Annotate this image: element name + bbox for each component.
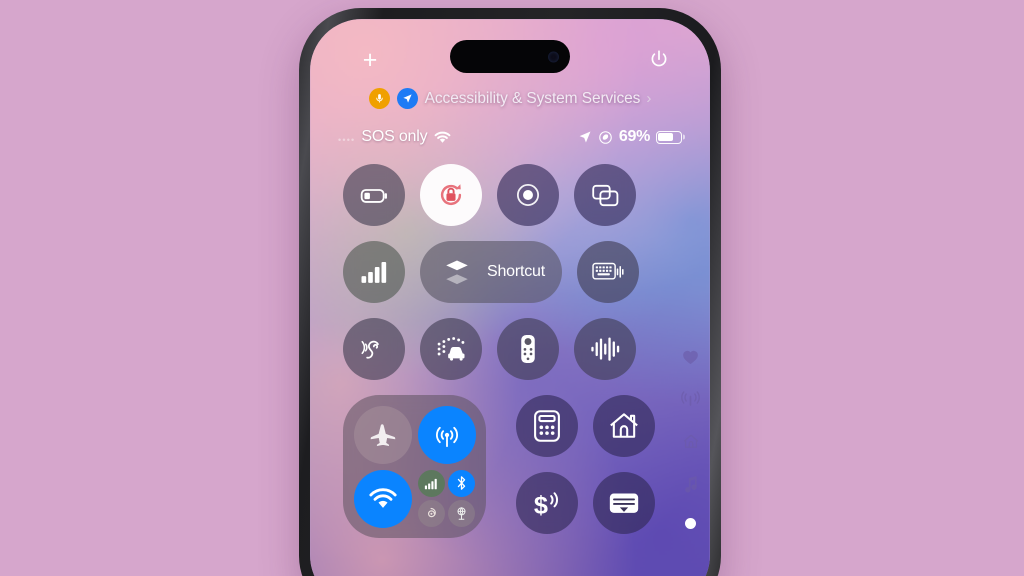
status-bar-left: •••• SOS only: [338, 128, 452, 146]
carrier-dots-icon: ••••: [338, 135, 356, 145]
page-indicator-main[interactable]: [685, 518, 696, 529]
battery-fill: [658, 132, 674, 142]
airplane-mode-button[interactable]: [353, 405, 412, 464]
sound-recognition-tile[interactable]: [420, 318, 482, 380]
apple-pay-tile[interactable]: $: [516, 472, 578, 534]
wifi-icon: [433, 130, 452, 145]
calculator-tile[interactable]: [516, 395, 578, 457]
hearing-tile[interactable]: [343, 318, 405, 380]
airplane-cell: [352, 404, 413, 465]
airdrop-cell: [416, 404, 477, 465]
battery-percent-label: 69%: [618, 128, 650, 145]
rotation-lock-tile[interactable]: [420, 164, 482, 226]
low-power-mode-tile[interactable]: [343, 164, 405, 226]
location-arrow-icon: [396, 88, 418, 109]
screen-recording-tile[interactable]: [497, 164, 559, 226]
personal-hotspot-button[interactable]: [417, 500, 445, 527]
airdrop-button[interactable]: [417, 405, 476, 464]
page-indicator-health[interactable]: [682, 349, 699, 365]
status-bar-right: 69%: [578, 128, 682, 146]
wifi-button[interactable]: [353, 469, 412, 528]
dot-icon: [685, 518, 696, 529]
control-row-3: [343, 318, 639, 380]
vpn-button[interactable]: [448, 500, 475, 527]
carrier-label: SOS only: [361, 128, 428, 145]
mini-toggles-cell: [416, 468, 477, 529]
mini-toggles-quad: [417, 469, 476, 528]
cellular-signal-tile[interactable]: [343, 241, 405, 303]
battery-icon: [656, 130, 682, 144]
page-indicator-home[interactable]: [682, 433, 700, 450]
add-control-button[interactable]: +: [357, 47, 383, 73]
front-camera-icon: [548, 51, 559, 62]
page-indicator-media[interactable]: [683, 475, 699, 493]
shortcut-tile[interactable]: Shortcut: [420, 241, 562, 303]
control-center-grid: Shortcut $: [343, 164, 655, 553]
shortcut-label: Shortcut: [487, 263, 545, 280]
wifi-cell: [352, 468, 413, 529]
chevron-right-icon: ›: [646, 90, 652, 107]
page-indicators: [681, 349, 700, 529]
control-row-4: $: [343, 395, 655, 538]
accessibility-system-services-row[interactable]: Accessibility & System Services ›: [310, 88, 710, 109]
screen-mirroring-tile[interactable]: [574, 164, 636, 226]
status-bar: •••• SOS only 69%: [310, 124, 710, 150]
control-row-2: Shortcut: [343, 241, 639, 303]
svg-text:$: $: [534, 491, 548, 519]
shortcuts-icon: [440, 255, 474, 289]
home-tile[interactable]: [593, 395, 655, 457]
bluetooth-button[interactable]: [448, 469, 475, 497]
control-row-1: [343, 164, 639, 226]
location-arrow-icon: [578, 130, 592, 144]
right-tiles-group: $: [516, 395, 655, 534]
focus-moon-icon: [598, 130, 613, 145]
page-indicator-connectivity[interactable]: [681, 390, 700, 408]
phone-frame: + Accessibility & System Services › ••••…: [299, 8, 721, 576]
cellular-data-button[interactable]: [417, 469, 445, 497]
apple-tv-remote-tile[interactable]: [497, 318, 559, 380]
background-sounds-tile[interactable]: [574, 318, 636, 380]
dynamic-island: [450, 40, 570, 73]
power-icon[interactable]: [647, 48, 671, 72]
phone-screen: + Accessibility & System Services › ••••…: [310, 19, 710, 576]
accessibility-services-label: Accessibility & System Services: [424, 89, 641, 107]
live-speech-keyboard-tile[interactable]: [577, 241, 639, 303]
microphone-icon: [368, 88, 390, 109]
wallet-tile[interactable]: [593, 472, 655, 534]
connectivity-module: [343, 395, 486, 538]
